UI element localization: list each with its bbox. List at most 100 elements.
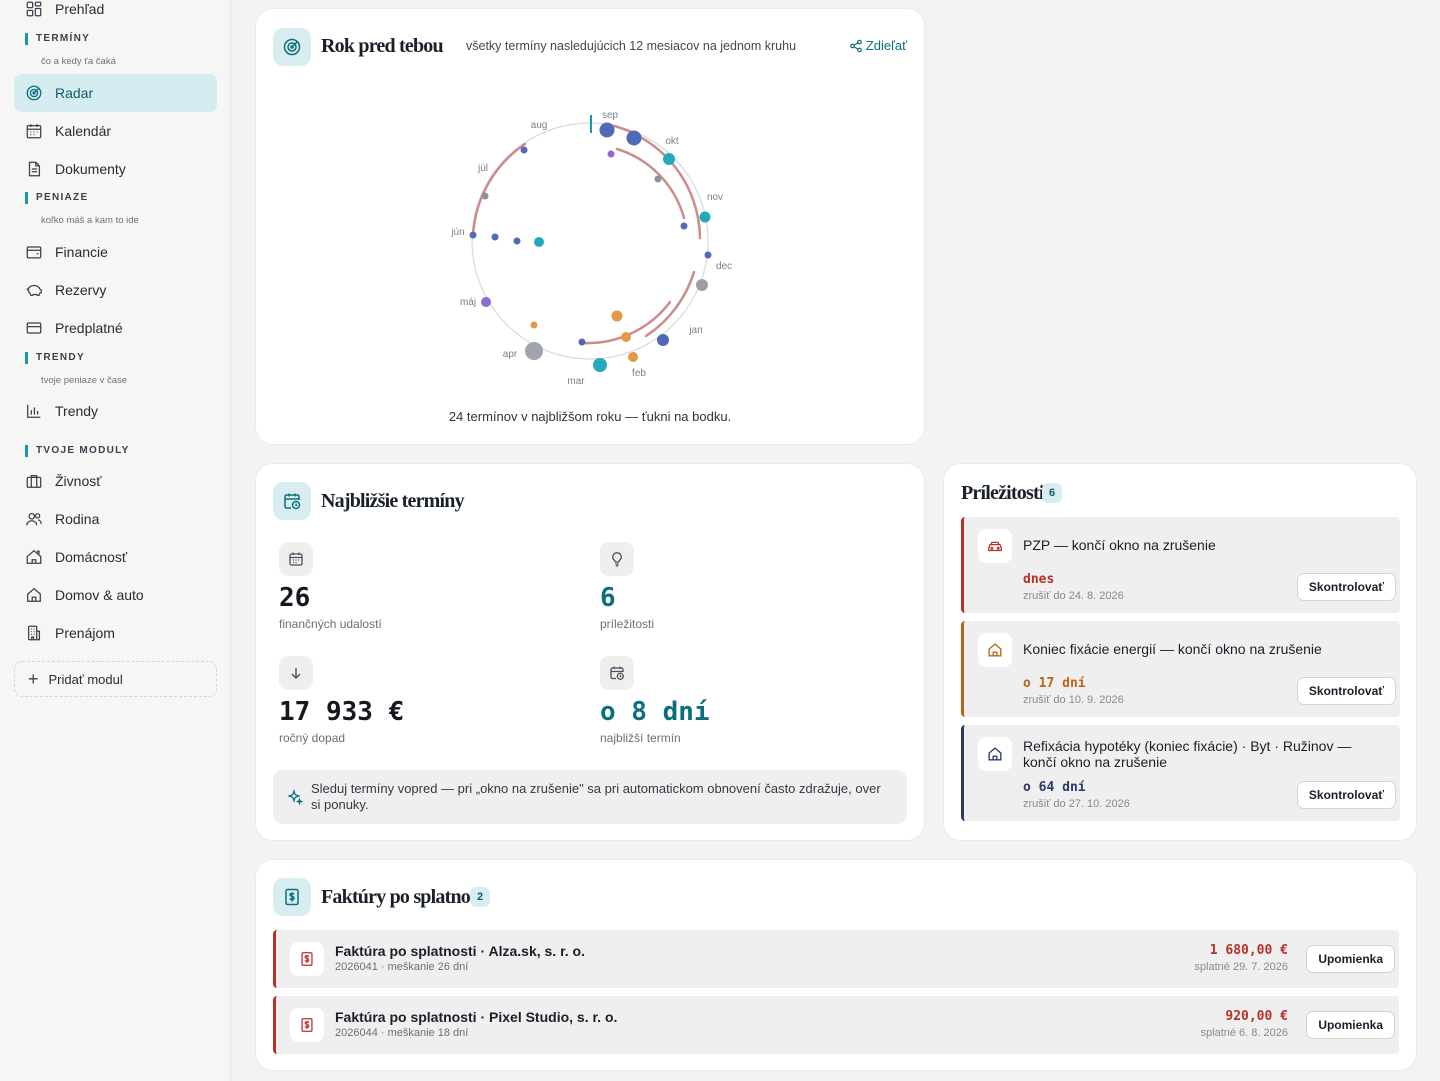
invoice-due-date: splatné 6. 8. 2026 [1200,1027,1288,1039]
sidebar-item-rezervy[interactable]: Rezervy [14,271,217,309]
radar-event-dot[interactable] [520,146,528,154]
car-icon [988,541,1002,552]
review-button[interactable]: Skontrolovať [1296,573,1396,601]
radar-event-dot[interactable] [704,251,712,259]
opportunity-title: Refixácia hypotéky (koniec fixácie) · By… [1023,738,1352,770]
reminder-button[interactable]: Upomienka [1306,1011,1395,1039]
calendar-clock-icon [284,493,301,510]
share-button[interactable]: Zdieľať [849,38,907,53]
opportunity-item[interactable]: Koniec fixácie energií — končí okno na z… [961,621,1400,717]
sidebar-item-label: Radar [55,85,94,101]
radar-month-label: sep [602,110,619,121]
review-button[interactable]: Skontrolovať [1296,781,1396,809]
section-subtitle-terminy: čo a kedy ťa čaká [41,56,116,67]
sidebar-item-prenajom[interactable]: Prenájom [14,614,217,652]
radar-month-label: aug [531,120,548,131]
briefcase-icon [26,474,42,488]
radar-event-dot[interactable] [654,175,662,183]
radar-event-dot[interactable] [699,211,711,223]
radar-month-label: apr [503,349,518,360]
stat-events-label: finančných udalostí [279,617,382,631]
home-icon [988,643,1002,657]
sidebar-item-zivnost[interactable]: Živnosť [14,462,217,500]
radar-card: Rok pred tebou všetky termíny nasledujúc… [255,8,925,445]
sidebar-item-domov-auto[interactable]: Domov & auto [14,576,217,614]
radar-month-label: nov [707,192,723,203]
radar-month-label: jún [450,227,464,238]
radar-event-dot[interactable] [578,338,586,346]
invoice-due-date: splatné 29. 7. 2026 [1194,961,1288,973]
section-heading-trendy: TRENDY [25,352,85,364]
share-icon [849,39,862,52]
review-button[interactable]: Skontrolovať [1296,677,1396,705]
radar-month-label: júl [477,163,488,174]
radar-event-dot[interactable] [469,231,477,239]
sidebar-item-domacnost[interactable]: Domácnosť [14,538,217,576]
stat-events-value: 26 [279,583,311,613]
radar-month-label: máj [460,297,476,308]
upcoming-card-title: Najbližšie termíny [321,490,465,512]
radar-event-dot[interactable] [491,233,499,241]
dashboard-icon [26,1,42,17]
sidebar-item-rodina[interactable]: Rodina [14,500,217,538]
radar-event-dot[interactable] [593,358,607,372]
sidebar-item-label: Živnosť [55,473,102,489]
opportunity-when: o 64 dní [1023,780,1086,795]
radar-event-dot[interactable] [657,334,669,346]
invoice-amount: 1 680,00 € [1209,943,1288,958]
radar-card-icon [273,28,311,66]
sidebar-item-trendy[interactable]: Trendy [14,392,217,430]
sidebar-item-dokumenty[interactable]: Dokumenty [14,150,217,188]
add-module-button[interactable]: + Pridať modul [14,661,217,697]
radar-event-dot[interactable] [663,153,675,165]
sidebar-item-financie[interactable]: Financie [14,233,217,271]
radar-event-dot[interactable] [680,222,688,230]
piggy-bank-icon [26,284,42,297]
sidebar-item-label: Domov & auto [55,587,144,603]
radar-icon [283,38,301,56]
home-icon [988,747,1002,761]
invoice-row[interactable]: Faktúra po splatnosti · Alza.sk, s. r. o… [273,930,1399,988]
invoice-row-icon [290,942,324,976]
radar-event-dot[interactable] [534,237,544,247]
sparkle-icon [287,789,303,805]
sidebar-item-prehlad[interactable]: Prehľad [14,0,217,28]
opportunity-icon [978,737,1012,771]
sidebar-item-label: Prehľad [55,1,105,17]
radar-event-dot[interactable] [513,237,521,245]
building-icon [27,625,41,641]
radar-event-dot[interactable] [530,321,538,329]
radar-card-subtitle: všetky termíny nasledujúcich 12 mesiacov… [466,39,797,53]
radar-event-dot[interactable] [628,352,638,362]
opportunity-item[interactable]: Refixácia hypotéky (koniec fixácie) · By… [961,725,1400,821]
radar-month-label: mar [567,376,585,387]
home-icon [27,587,41,602]
stat-opportunities-label: príležitosti [600,617,655,631]
share-label: Zdieľať [865,38,907,53]
radar-event-dot[interactable] [599,122,615,138]
section-heading-moduly: TVOJE MODULY [25,445,130,457]
radar-event-dot[interactable] [696,279,708,291]
sidebar-item-label: Domácnosť [55,549,128,565]
sidebar-item-predplatne[interactable]: Predplatné [14,309,217,347]
sidebar-item-label: Rodina [55,511,100,527]
radar-event-dot[interactable] [481,297,491,307]
section-heading-terminy: TERMÍNY [25,33,90,45]
invoice-subtitle: 2026041 · meškanie 26 dní [335,961,469,973]
invoice-row[interactable]: Faktúra po splatnosti · Pixel Studio, s.… [273,996,1399,1054]
stat-impact-label: ročný dopad [279,731,346,745]
opportunity-item[interactable]: PZP — končí okno na zrušenie dnes zrušiť… [961,517,1400,613]
radar-event-dot[interactable] [626,130,642,146]
radar-event-dot[interactable] [481,192,489,200]
sidebar-item-kalendar[interactable]: Kalendár [14,112,217,150]
radar-event-dot[interactable] [611,310,623,322]
reminder-button[interactable]: Upomienka [1306,945,1395,973]
radar-event-dot[interactable] [525,342,543,360]
stat-impact-icon [279,656,313,690]
tip-box: Sleduj termíny vopred — pri „okno na zru… [273,770,907,824]
radar-event-dot[interactable] [621,332,631,342]
radar-event-dot[interactable] [607,150,615,158]
document-icon [28,161,41,177]
sidebar-item-radar[interactable]: Radar [14,74,217,112]
opportunity-when: o 17 dní [1023,676,1086,691]
